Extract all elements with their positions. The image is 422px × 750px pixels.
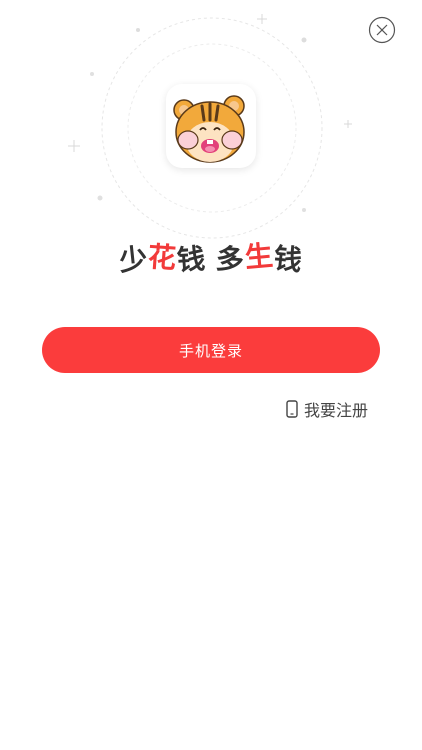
phone-login-label: 手机登录 (178, 341, 243, 360)
register-label: 我要注册 (303, 401, 368, 420)
slogan-char: 少 (117, 241, 150, 278)
app-logo (166, 84, 256, 168)
hamster-mascot-icon (173, 95, 245, 163)
slogan: 少花钱 多生钱 (0, 238, 422, 278)
slogan-char: 花 (146, 240, 179, 275)
slogan-char: 多 (214, 241, 247, 278)
slogan-char: 生 (243, 238, 276, 275)
slogan-char: 钱 (272, 241, 305, 278)
phone-icon (286, 400, 298, 418)
close-circle-icon (368, 16, 396, 44)
phone-login-button[interactable]: 手机登录 (42, 327, 380, 373)
slogan-char: 钱 (175, 242, 208, 277)
close-button[interactable] (368, 16, 396, 44)
register-link[interactable]: 我要注册 (286, 397, 368, 421)
